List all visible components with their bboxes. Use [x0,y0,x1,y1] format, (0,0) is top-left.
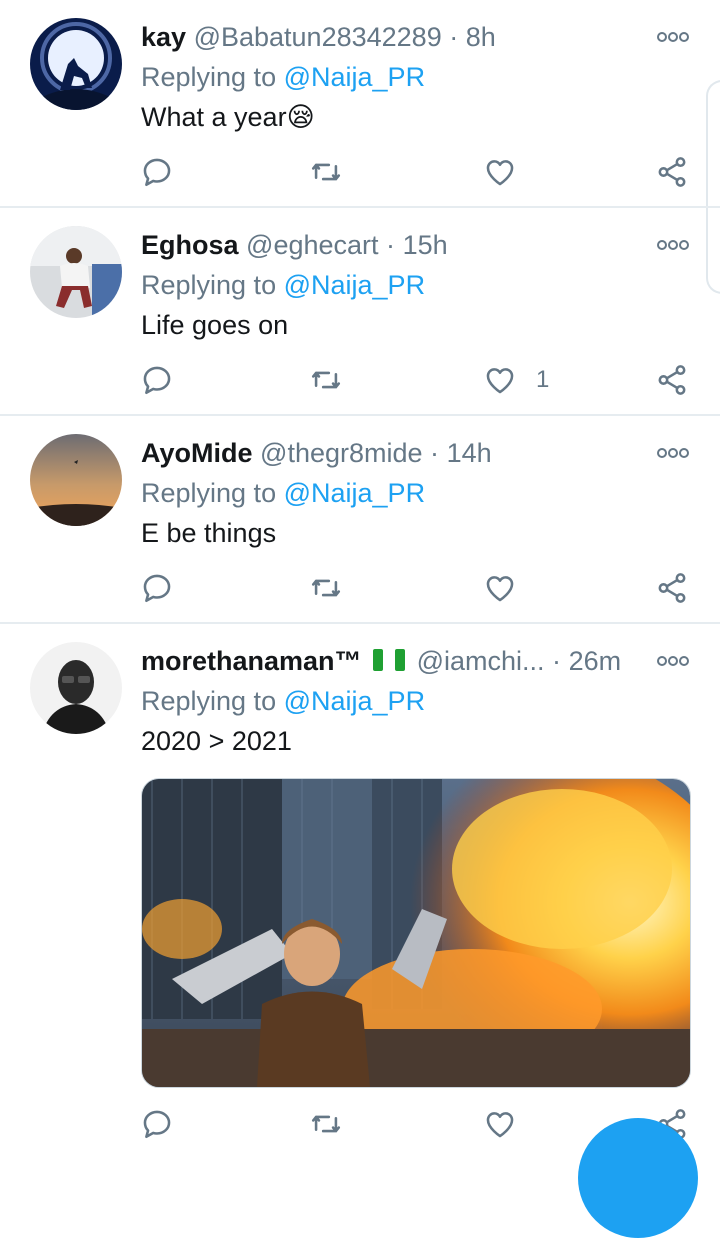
reply-icon [143,158,171,187]
tweet-header: morethanaman™ @iamchi... · 26m [141,644,621,678]
user-handle: @iamchi... [416,646,545,676]
share-button[interactable] [652,152,692,192]
mention-link[interactable]: @Naija_PR [284,62,425,92]
like-button[interactable] [480,360,520,400]
nigeria-flag-icon [373,649,406,671]
mention-link[interactable]: @Naija_PR [284,686,425,716]
replying-prefix: Replying to [141,686,277,716]
retweet-icon [311,163,341,181]
user-handle: @eghecart [246,230,379,260]
timestamp[interactable]: 15h [403,230,448,260]
share-icon [658,365,686,395]
tweet-body: What a year [141,102,287,132]
tweet-text: Life goes on [141,310,289,340]
reply-icon [143,1110,171,1139]
more-options-icon[interactable] [656,446,690,460]
reply-button[interactable] [137,568,177,608]
retweet-icon [311,371,341,389]
tweet[interactable]: kay @Babatun28342289 · 8h Replying to @N… [0,0,720,208]
display-name[interactable]: Eghosa [141,230,239,260]
user-handle: @Babatun28342289 [193,22,442,52]
display-name[interactable]: AyoMide [141,438,253,468]
replying-to: Replying to @Naija_PR [141,268,425,302]
separator-dot: · [430,438,440,468]
tweet-header: kay @Babatun28342289 · 8h [141,20,496,54]
retweet-button[interactable] [306,152,346,192]
separator-dot: · [386,230,396,260]
heart-icon [486,160,514,186]
retweet-icon [311,1115,341,1133]
reply-button[interactable] [137,360,177,400]
tweet-header: AyoMide @thegr8mide · 14h [141,436,492,470]
more-options-icon[interactable] [656,30,690,44]
tweet-text: 2020 > 2021 [141,726,292,756]
avatar[interactable] [30,642,122,734]
like-button[interactable] [480,1104,520,1144]
avatar[interactable] [30,18,122,110]
replying-to: Replying to @Naija_PR [141,60,425,94]
sleepy-face-emoji: 😪 [286,102,315,132]
separator-dot: · [449,22,459,52]
retweet-button[interactable] [306,360,346,400]
mention-link[interactable]: @Naija_PR [284,478,425,508]
reply-icon [143,574,171,603]
reply-button[interactable] [137,1104,177,1144]
tweet[interactable]: AyoMide @thegr8mide · 14h Replying to @N… [0,416,720,624]
tweet-actions [0,568,720,608]
share-icon [658,157,686,187]
retweet-button[interactable] [306,568,346,608]
user-handle: @thegr8mide [260,438,423,468]
heart-icon [486,576,514,602]
tweet-image[interactable] [141,778,691,1088]
share-button[interactable] [652,360,692,400]
retweet-button[interactable] [306,1104,346,1144]
heart-icon [486,368,514,394]
replying-to: Replying to @Naija_PR [141,476,425,510]
tweet-header: Eghosa @eghecart · 15h [141,228,448,262]
like-button[interactable] [480,152,520,192]
timestamp[interactable]: 26m [569,646,622,676]
display-name[interactable]: kay [141,22,186,52]
reply-icon [143,366,171,395]
share-icon [658,573,686,603]
more-options-icon[interactable] [656,238,690,252]
timestamp[interactable]: 14h [447,438,492,468]
tweet-actions: 1 [0,360,720,400]
reply-button[interactable] [137,152,177,192]
timestamp[interactable]: 8h [466,22,496,52]
like-button[interactable] [480,568,520,608]
tweet-text: What a year😪 [141,100,315,134]
avatar[interactable] [30,434,122,526]
heart-icon [486,1112,514,1138]
tweet[interactable]: Eghosa @eghecart · 15h Replying to @Naij… [0,208,720,416]
tweet-actions [0,152,720,192]
replying-prefix: Replying to [141,62,277,92]
more-options-icon[interactable] [656,654,690,668]
mention-link[interactable]: @Naija_PR [284,270,425,300]
display-name[interactable]: morethanaman™ [141,646,362,676]
replying-to: Replying to @Naija_PR [141,684,425,718]
like-count: 1 [536,366,550,393]
replying-prefix: Replying to [141,478,277,508]
replying-prefix: Replying to [141,270,277,300]
separator-dot: · [552,646,562,676]
compose-tweet-button[interactable] [578,1118,698,1238]
avatar[interactable] [30,226,122,318]
explosion-image [142,779,690,1087]
share-button[interactable] [652,568,692,608]
tweet-text: E be things [141,518,277,548]
retweet-icon [311,579,341,597]
